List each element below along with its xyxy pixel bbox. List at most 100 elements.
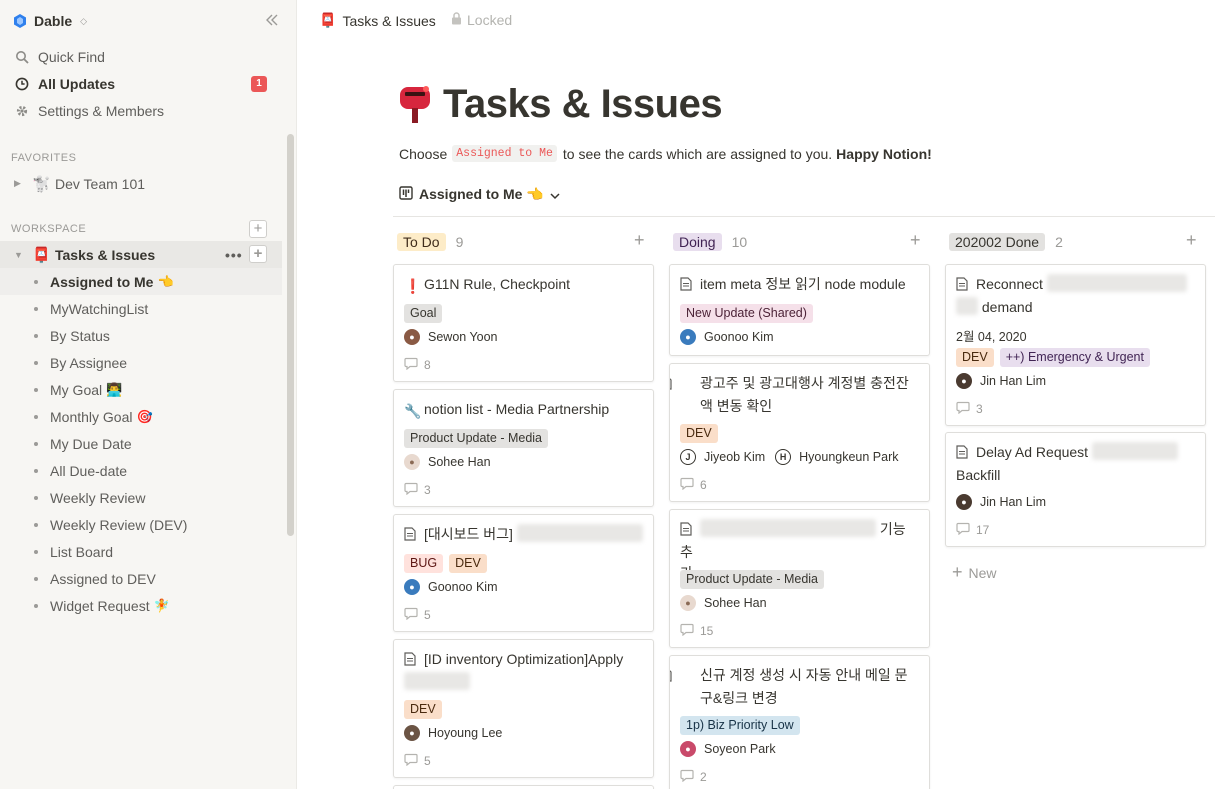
collapse-sidebar-icon[interactable] — [262, 10, 282, 30]
sidebar-item-label: Tasks & Issues — [55, 246, 156, 263]
add-subpage-icon[interactable]: + — [249, 245, 267, 263]
sidebar-subitem[interactable]: By Assignee — [0, 349, 282, 376]
board-card[interactable]: 광고주 및 광고대행사 계정별 충전잔액 변동 확인 DEV J Jiyeob K… — [669, 363, 930, 502]
avatar: J — [680, 449, 696, 465]
board-card[interactable]: Delay Ad Request Backfill ● Jin Han Lim 1… — [945, 432, 1206, 547]
assignee: ● Goonoo Kim — [404, 579, 497, 595]
sidebar-subitem[interactable]: Monthly Goal 🎯 — [0, 403, 282, 430]
board-card[interactable]: [대시보드 버그] BUG DEV ● Goonoo Kim 5 — [393, 514, 654, 632]
page-icon — [680, 521, 694, 542]
workspace-heading: WORKSPACE — [11, 223, 87, 235]
column-count: 9 — [455, 234, 464, 250]
tag: Product Update - Media — [404, 429, 549, 448]
assignee: ● Sohee Han — [404, 454, 491, 470]
chevron-down-icon — [550, 187, 560, 203]
expand-triangle-icon[interactable]: ▶ — [14, 178, 26, 189]
more-options-icon[interactable]: ••• — [225, 247, 243, 263]
sidebar-subitem[interactable]: List Board — [0, 538, 282, 565]
board-card[interactable]: 기능 추가 Product Update - Media ●Sohee Han … — [669, 509, 930, 648]
comment-count: 8 — [404, 357, 431, 373]
favorite-dev-team-101[interactable]: ▶ 🐩 Dev Team 101 — [0, 170, 282, 197]
column-header-doing[interactable]: Doing 10 — [673, 232, 747, 252]
avatar: ● — [680, 741, 696, 757]
redacted-text — [700, 519, 876, 537]
sidebar-subitem[interactable]: All Due-date — [0, 457, 282, 484]
comment-icon — [680, 477, 694, 493]
page-icon — [670, 667, 694, 688]
tag: Goal — [404, 304, 443, 323]
comment-count: 15 — [680, 623, 713, 639]
sidebar-scrollbar[interactable] — [287, 134, 294, 536]
new-card-button[interactable]: + New — [952, 562, 997, 583]
sidebar-subitem[interactable]: Weekly Review — [0, 484, 282, 511]
page-icon — [404, 526, 418, 547]
postbox-icon: 📮 — [32, 246, 51, 264]
page-icon — [956, 444, 970, 465]
locked-indicator[interactable]: Locked — [451, 12, 512, 28]
inline-code: Assigned to Me — [452, 145, 557, 162]
page-icon — [956, 276, 970, 297]
board-card[interactable]: 🔧 notion list - Media Partnership Product… — [393, 389, 654, 507]
redacted-text — [1046, 274, 1187, 292]
board-card[interactable]: item meta 정보 읽기 node module New Update (… — [669, 264, 930, 356]
sidebar-subitem[interactable]: Assigned to DEV — [0, 565, 282, 592]
sidebar-subitem[interactable]: My Due Date — [0, 430, 282, 457]
board-card[interactable] — [393, 785, 654, 789]
add-card-icon[interactable]: + — [910, 230, 921, 251]
quick-find[interactable]: Quick Find — [0, 43, 282, 70]
page-icon — [670, 375, 694, 396]
all-updates[interactable]: All Updates 1 — [0, 70, 282, 97]
quick-find-label: Quick Find — [38, 48, 105, 65]
column-header-todo[interactable]: To Do 9 — [397, 232, 463, 252]
avatar: ● — [680, 595, 696, 611]
page-icon — [404, 651, 418, 672]
breadcrumb-label: Tasks & Issues — [342, 12, 436, 29]
assignee: J Jiyeob Kim H Hyoungkeun Park — [680, 449, 899, 465]
sidebar-subitem[interactable]: By Status — [0, 322, 282, 349]
view-switcher[interactable]: Assigned to Me 👈 — [399, 186, 560, 203]
board-card[interactable]: 신규 계정 생성 시 자동 안내 메일 문구&링크 변경 1p) Biz Pri… — [669, 655, 930, 789]
settings-members[interactable]: Settings & Members — [0, 97, 282, 124]
sidebar-item-tasks-issues[interactable]: ▼ 📮 Tasks & Issues ••• + — [0, 241, 282, 268]
all-updates-label: All Updates — [38, 75, 116, 92]
avatar: ● — [404, 329, 420, 345]
sidebar: Dable ◇ Quick Find All Updates 1 Setting… — [0, 0, 297, 789]
breadcrumb[interactable]: 📮 Tasks & Issues — [319, 12, 436, 29]
add-page-icon[interactable]: + — [249, 220, 267, 238]
sidebar-subitem[interactable]: My Goal 👨‍💻 — [0, 376, 282, 403]
avatar: ● — [404, 579, 420, 595]
exclamation-icon: ❗ — [404, 278, 422, 294]
postbox-icon[interactable] — [398, 84, 432, 124]
assignee: ● Jin Han Lim — [956, 373, 1046, 389]
comment-icon — [404, 607, 418, 623]
add-card-icon[interactable]: + — [1186, 230, 1197, 251]
board-card[interactable]: [ID inventory Optimization]Apply DEV ● Ho… — [393, 639, 654, 778]
plus-icon: + — [952, 562, 963, 582]
comment-count: 5 — [404, 607, 431, 623]
sidebar-subitem[interactable]: MyWatchingList — [0, 295, 282, 322]
clock-icon — [14, 76, 30, 92]
avatar: ● — [404, 725, 420, 741]
sidebar-subitem[interactable]: Widget Request 🧚 — [0, 592, 282, 619]
column-title: 202002 Done — [949, 233, 1046, 251]
workspace-name: Dable — [34, 13, 73, 29]
assignee: ● Hoyoung Lee — [404, 725, 502, 741]
board-card[interactable]: Reconnect demand 2월 04, 2020 DEV ++) Emer… — [945, 264, 1206, 426]
collapse-triangle-icon[interactable]: ▼ — [14, 250, 26, 260]
column-header-done[interactable]: 202002 Done 2 — [949, 232, 1063, 252]
sidebar-subitem[interactable]: Assigned to Me 👈 — [0, 268, 282, 295]
avatar: ● — [404, 454, 420, 470]
avatar: ● — [956, 373, 972, 389]
board-card[interactable]: ❗ G11N Rule, Checkpoint Goal ● Sewon Yoon … — [393, 264, 654, 382]
wrench-icon: 🔧 — [404, 403, 422, 419]
workspace-switcher[interactable]: Dable ◇ — [12, 10, 87, 32]
redacted-text — [404, 672, 470, 690]
tag: 1p) Biz Priority Low — [680, 716, 800, 735]
tag: Product Update - Media — [680, 570, 825, 589]
comment-count: 3 — [956, 401, 983, 417]
sidebar-subitem[interactable]: Weekly Review (DEV) — [0, 511, 282, 538]
poodle-icon: 🐩 — [32, 175, 51, 193]
add-card-icon[interactable]: + — [634, 230, 645, 251]
updates-badge: 1 — [251, 75, 267, 92]
workspace-logo-icon — [12, 13, 28, 29]
